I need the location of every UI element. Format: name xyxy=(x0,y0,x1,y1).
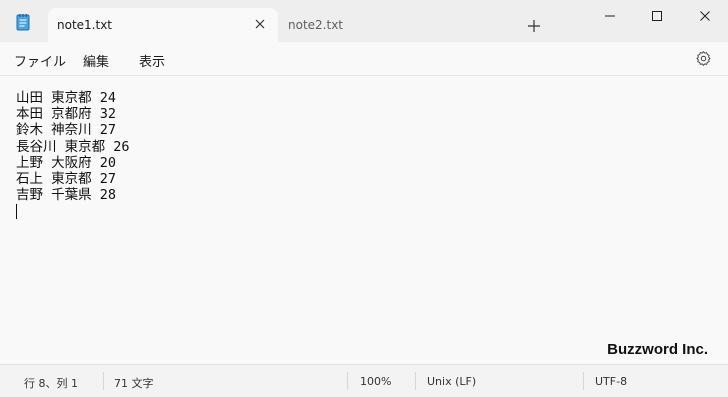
close-icon[interactable] xyxy=(252,16,268,32)
minimize-button[interactable] xyxy=(587,0,633,32)
tab-note2[interactable]: note2.txt xyxy=(280,8,500,42)
tab-label: note2.txt xyxy=(288,18,343,32)
status-divider xyxy=(415,372,416,390)
close-window-button[interactable] xyxy=(682,0,728,32)
menu-file[interactable]: ファイル xyxy=(14,51,66,70)
encoding[interactable]: UTF-8 xyxy=(595,375,627,388)
status-divider xyxy=(347,372,348,390)
gear-icon[interactable] xyxy=(695,50,712,67)
plus-icon[interactable] xyxy=(525,17,543,35)
minimize-icon xyxy=(605,15,615,17)
character-count: 71 文字 xyxy=(114,377,154,390)
notepad-icon xyxy=(16,14,30,31)
text-line: 上野 大阪府 20 xyxy=(16,154,117,171)
tab-label: note1.txt xyxy=(57,18,112,32)
text-line: 長谷川 東京都 26 xyxy=(16,138,130,155)
watermark: Buzzword Inc. xyxy=(607,341,708,358)
text-line: 石上 東京都 27 xyxy=(16,170,117,187)
editor-content: 山田 東京都 24 本田 京都府 32 鈴木 神奈川 27 長谷川 東京都 26… xyxy=(16,90,130,220)
status-divider xyxy=(583,372,584,390)
maximize-button[interactable] xyxy=(634,0,680,32)
text-editor[interactable]: 山田 東京都 24 本田 京都府 32 鈴木 神奈川 27 長谷川 東京都 26… xyxy=(0,77,728,364)
close-icon xyxy=(700,11,710,21)
tab-note1[interactable]: note1.txt xyxy=(48,8,278,42)
status-bar: 行 8、列 1 71 文字 100% Unix (LF) UTF-8 xyxy=(0,364,728,397)
text-line: 本田 京都府 32 xyxy=(16,106,117,123)
title-bar: note1.txt note2.txt xyxy=(0,0,728,42)
status-divider xyxy=(103,372,104,390)
text-line: 鈴木 神奈川 27 xyxy=(16,122,117,139)
maximize-icon xyxy=(652,11,662,21)
text-caret xyxy=(16,204,17,220)
cursor-position[interactable]: 行 8、列 1 xyxy=(24,375,78,391)
menu-bar: ファイル 編集 表示 xyxy=(0,42,728,76)
menu-view[interactable]: 表示 xyxy=(139,51,165,70)
text-line: 山田 東京都 24 xyxy=(16,90,117,106)
line-ending[interactable]: Unix (LF) xyxy=(427,375,476,388)
menu-edit[interactable]: 編集 xyxy=(83,51,109,70)
text-line: 吉野 千葉県 28 xyxy=(16,187,117,204)
zoom-level[interactable]: 100% xyxy=(360,375,391,388)
